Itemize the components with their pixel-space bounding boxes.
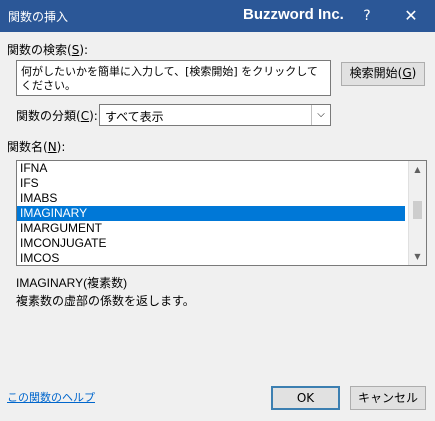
list-item[interactable]: IMABS [17, 191, 405, 206]
category-selected-value: すべて表示 [105, 110, 164, 124]
help-icon[interactable]: ? [355, 4, 379, 28]
function-list[interactable]: IFNA IFS IMABS IMAGINARY IMARGUMENT IMCONJUGA… [16, 160, 427, 266]
list-item[interactable]: IMCOS [17, 251, 405, 265]
brand-name: Buzzword Inc. [243, 6, 344, 23]
list-item[interactable]: IFNA [17, 161, 405, 176]
function-description: 複素数の虚部の係数を返します。 [16, 294, 195, 308]
ok-button[interactable]: OK [271, 386, 340, 410]
list-item[interactable]: IMAGINARY [17, 206, 405, 221]
chevron-down-icon[interactable]: ⌵ [311, 105, 330, 125]
search-label: 関数の検索(S): [7, 43, 89, 57]
title-bar: 関数の挿入 Buzzword Inc. ? ✕ [0, 0, 435, 32]
list-scrollbar[interactable]: ▲ ▼ [408, 161, 426, 265]
scroll-up-icon[interactable]: ▲ [409, 161, 426, 178]
list-item[interactable]: IFS [17, 176, 405, 191]
function-list-label: 関数名(N): [7, 140, 66, 154]
function-signature: IMAGINARY(複素数) [16, 276, 128, 290]
scroll-down-icon[interactable]: ▼ [409, 248, 426, 265]
scroll-thumb[interactable] [413, 201, 422, 219]
category-select[interactable]: すべて表示 ⌵ [99, 104, 331, 126]
category-label: 関数の分類(C): [16, 109, 98, 123]
window-title: 関数の挿入 [8, 10, 69, 24]
cancel-button[interactable]: キャンセル [350, 386, 426, 410]
list-item[interactable]: IMARGUMENT [17, 221, 405, 236]
function-help-link[interactable]: この関数のヘルプ [7, 389, 95, 405]
search-input[interactable]: 何がしたいかを簡単に入力して、[検索開始] をクリックしてください。 [16, 60, 331, 96]
search-button[interactable]: 検索開始(G) [341, 62, 425, 86]
close-icon[interactable]: ✕ [399, 4, 423, 28]
list-item[interactable]: IMCONJUGATE [17, 236, 405, 251]
